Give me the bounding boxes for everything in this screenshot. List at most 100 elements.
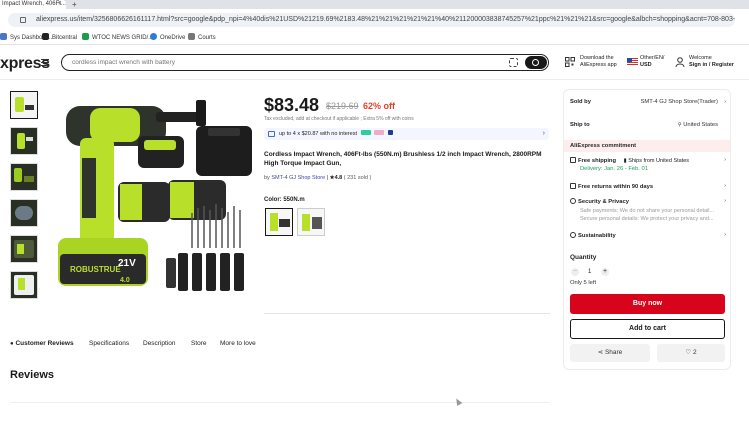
pay-later-icon: [360, 130, 371, 135]
ships-from-text: Ships from United States: [628, 158, 690, 164]
section-divider: [264, 313, 550, 314]
new-tab-button[interactable]: +: [72, 0, 77, 9]
ship-to-value: ⚲ United States: [678, 122, 718, 128]
bookmark-onedrive[interactable]: OneDrive: [150, 33, 185, 43]
paypal-icon: [387, 130, 393, 135]
browser-tabstrip: Impact Wrench, 406Ft... × +: [0, 0, 749, 9]
image-search-icon[interactable]: [509, 58, 518, 67]
share-icon: ⋖: [597, 349, 604, 356]
free-returns-row[interactable]: Free returns within 90 days ›: [570, 183, 726, 190]
app-line2: AliExpress app: [580, 62, 617, 68]
mouse-cursor: [453, 396, 463, 407]
card-icon: [268, 131, 275, 137]
color-swatch-selected[interactable]: [265, 208, 293, 236]
tab-description[interactable]: Description: [143, 340, 176, 347]
tab-more-to-love[interactable]: More to love: [220, 340, 256, 347]
bookmark-icon: [42, 33, 49, 40]
menu-icon[interactable]: [41, 59, 49, 66]
free-shipping-label: Free shipping: [578, 158, 617, 164]
current-price: $83.48: [264, 95, 320, 115]
leaf-icon: [570, 232, 576, 238]
reviews-heading: Reviews: [10, 369, 55, 381]
globe-icon: [188, 33, 195, 40]
tab-label: Customer Reviews: [15, 340, 74, 347]
security-detail-2: Secure personal details: We protect your…: [580, 216, 714, 222]
heart-icon: ♡: [685, 349, 692, 356]
section-divider: [10, 402, 550, 403]
svg-text:21V: 21V: [118, 258, 136, 269]
product-thumbnail[interactable]: [10, 271, 38, 299]
ship-to-row[interactable]: Ship to ⚲ United States: [570, 122, 726, 128]
store-link[interactable]: SMT-4 GJ Shop Store: [271, 175, 325, 181]
search-input[interactable]: [72, 55, 472, 70]
bookmark-bitcentral[interactable]: Bitcentral: [42, 33, 77, 43]
tax-note: Tax excluded, add at checkout if applica…: [264, 116, 414, 122]
buy-now-button[interactable]: Buy now: [570, 294, 725, 314]
tab-close-icon[interactable]: ×: [58, 0, 62, 9]
commitment-section: AliExpress commitment Free shipping ▮ Sh…: [564, 140, 730, 250]
wishlist-button[interactable]: ♡ 2: [657, 344, 725, 362]
quantity-decrease-button[interactable]: −: [571, 268, 579, 276]
klarna-icon: [374, 130, 385, 135]
discount-badge: 62% off: [363, 101, 396, 111]
product-thumbnail[interactable]: [10, 235, 38, 263]
ship-to-label: Ship to: [570, 122, 590, 128]
product-thumbnail[interactable]: [10, 127, 38, 155]
bookmark-courts[interactable]: Courts: [188, 33, 216, 43]
add-to-cart-button[interactable]: Add to cart: [570, 319, 725, 339]
store-info: by SMT-4 GJ Shop Store | ★4.8 ( 231 sold…: [264, 175, 372, 181]
store-prefix: by: [264, 175, 270, 181]
account-line1: Welcome: [689, 55, 712, 61]
share-label: Share: [604, 349, 623, 356]
quantity-increase-button[interactable]: +: [601, 268, 609, 276]
installment-banner[interactable]: up to 4 x $20.87 with no interest ›: [264, 128, 549, 140]
account-link[interactable]: Welcome Sign in / Register: [689, 55, 734, 69]
qr-code-icon[interactable]: [565, 57, 575, 67]
original-price: $219.69: [326, 101, 359, 111]
free-shipping-row[interactable]: Free shipping ▮ Ships from United States…: [570, 157, 726, 172]
user-icon[interactable]: [675, 57, 685, 67]
quantity-value[interactable]: 1: [588, 268, 591, 276]
share-button[interactable]: ⋖ Share: [570, 344, 650, 362]
app-download-link[interactable]: Download the AliExpress app: [580, 55, 617, 69]
sustainability-row[interactable]: Sustainability ›: [570, 232, 726, 239]
quantity-label: Quantity: [570, 254, 597, 261]
sold-by-value: SMT-4 GJ Shop Store(Trader): [640, 99, 718, 105]
main-product-image[interactable]: ROBUSTRUE 21V 4.0: [46, 88, 257, 298]
product-thumbnail[interactable]: [10, 91, 38, 119]
bookmark-icon: [0, 33, 7, 40]
locale-line2: USD: [640, 62, 652, 68]
location-pin-icon: ●: [10, 341, 14, 347]
url-field[interactable]: aliexpress.us/item/3256806626161117.html…: [8, 13, 735, 27]
color-swatch[interactable]: [297, 208, 325, 236]
store-rating: ★4.8: [329, 175, 343, 181]
chevron-right-icon: ›: [724, 198, 726, 204]
sold-by-row[interactable]: Sold by SMT-4 GJ Shop Store(Trader) ›: [570, 99, 726, 105]
tab-title: Impact Wrench, 406Ft...: [2, 1, 66, 7]
chevron-right-icon: ›: [724, 232, 726, 238]
bookmark-wtoc[interactable]: WTOC NEWS GRID/...: [82, 33, 153, 43]
security-row[interactable]: Security & Privacy › Safe payments: We d…: [570, 198, 726, 223]
svg-text:4.0: 4.0: [120, 277, 130, 284]
browser-tab[interactable]: Impact Wrench, 406Ft...: [0, 0, 66, 9]
chevron-right-icon: ›: [724, 157, 726, 163]
us-flag-icon: [627, 58, 638, 65]
commitment-heading: AliExpress commitment: [564, 140, 730, 152]
product-thumbnail[interactable]: [10, 199, 38, 227]
stock-note: Only 5 left: [570, 280, 597, 286]
search-button[interactable]: [525, 56, 547, 69]
color-label: Color: 550N.m: [264, 197, 305, 203]
installment-text: up to 4 x $20.87 with no interest: [279, 131, 357, 137]
locale-line1: Other/EN/: [640, 55, 665, 61]
delivery-text: Delivery: Jan. 26 - Feb. 01: [580, 166, 648, 172]
site-info-icon[interactable]: [20, 17, 26, 23]
security-label: Security & Privacy: [578, 199, 629, 205]
bookmark-label: Bitcentral: [52, 35, 78, 41]
tab-store[interactable]: Store: [191, 340, 207, 347]
locale-selector[interactable]: Other/EN/ USD: [640, 55, 664, 69]
product-title: Cordless Impact Wrench, 406Ft-lbs (550N.…: [264, 151, 542, 167]
tab-specifications[interactable]: Specifications: [89, 340, 129, 347]
product-thumbnail[interactable]: [10, 163, 38, 191]
tab-customer-reviews[interactable]: ● Customer Reviews: [10, 340, 74, 347]
account-line2: Sign in / Register: [689, 62, 734, 68]
